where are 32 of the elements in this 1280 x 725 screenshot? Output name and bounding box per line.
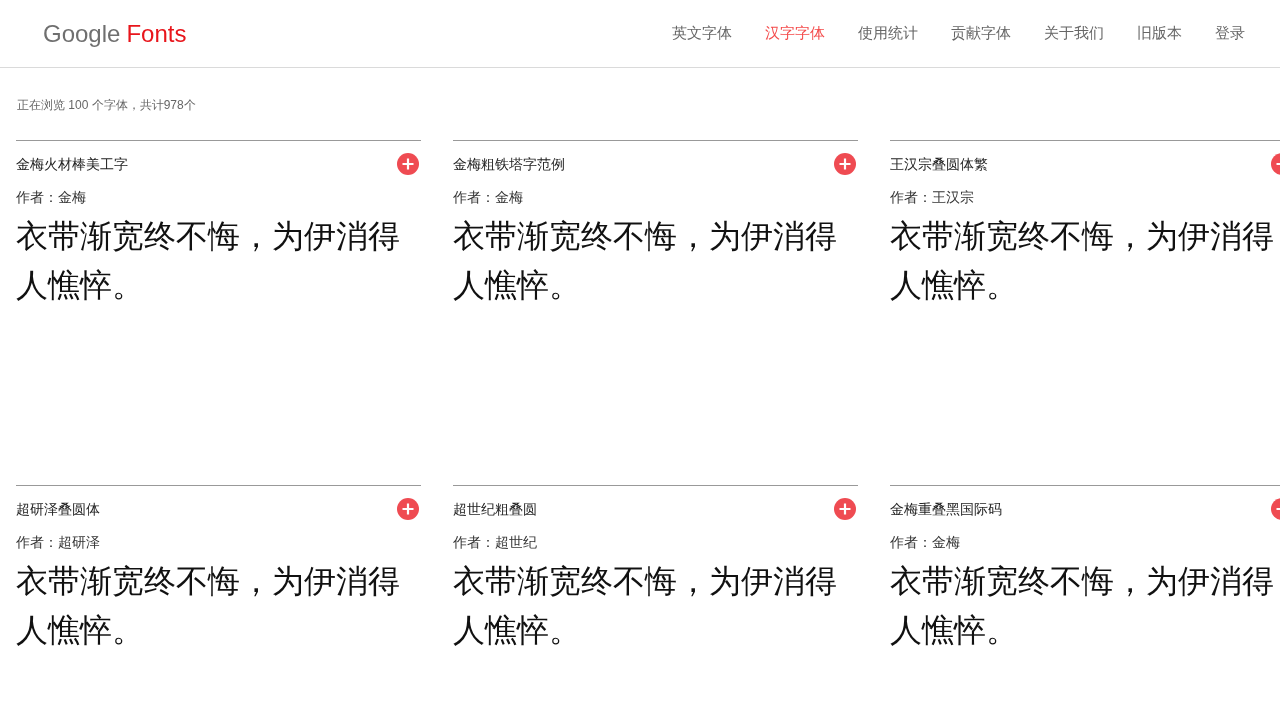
- nav-link[interactable]: 英文字体: [672, 22, 732, 45]
- nav-link[interactable]: 汉字字体: [765, 22, 825, 45]
- font-name: 超研泽叠圆体: [16, 499, 100, 519]
- font-sample-text: 衣带渐宽终不悔，为伊消得人憔悴。: [453, 562, 838, 650]
- add-icon[interactable]: [834, 153, 856, 175]
- nav-link[interactable]: 使用统计: [858, 22, 918, 45]
- nav-link[interactable]: 旧版本: [1137, 22, 1182, 45]
- font-name: 王汉宗叠圆体繁: [890, 154, 988, 174]
- nav-link[interactable]: 贡献字体: [951, 22, 1011, 45]
- logo-product-name[interactable]: Fonts: [126, 15, 187, 52]
- font-sample-text: 衣带渐宽终不悔，为伊消得人憔悴。: [16, 217, 401, 305]
- font-author: 作者：超研泽: [16, 533, 101, 552]
- font-sample-text: 衣带渐宽终不悔，为伊消得人憔悴。: [890, 562, 1275, 650]
- font-name: 金梅粗铁塔字范例: [453, 154, 565, 174]
- nav-link[interactable]: 登录: [1215, 22, 1245, 45]
- font-name: 金梅重叠黑国际码: [890, 499, 1002, 519]
- font-name: 金梅火材棒美工字: [16, 154, 128, 174]
- font-sample-text: 衣带渐宽终不悔，为伊消得人憔悴。: [890, 217, 1275, 305]
- add-icon[interactable]: [834, 498, 856, 520]
- font-author: 作者：王汉宗: [890, 188, 975, 207]
- font-author: 作者：金梅: [890, 533, 961, 552]
- nav-link[interactable]: 关于我们: [1044, 22, 1104, 45]
- add-icon[interactable]: [397, 498, 419, 520]
- results-summary: 正在浏览 100 个字体，共计978个: [17, 97, 197, 114]
- font-author: 作者：超世纪: [453, 533, 538, 552]
- font-author: 作者：金梅: [16, 188, 87, 207]
- font-sample-text: 衣带渐宽终不悔，为伊消得人憔悴。: [16, 562, 401, 650]
- font-author: 作者：金梅: [453, 188, 524, 207]
- add-icon[interactable]: [397, 153, 419, 175]
- font-name: 超世纪粗叠圆: [453, 499, 537, 519]
- font-sample-text: 衣带渐宽终不悔，为伊消得人憔悴。: [453, 217, 838, 305]
- logo-wordmark[interactable]: Google: [43, 15, 121, 52]
